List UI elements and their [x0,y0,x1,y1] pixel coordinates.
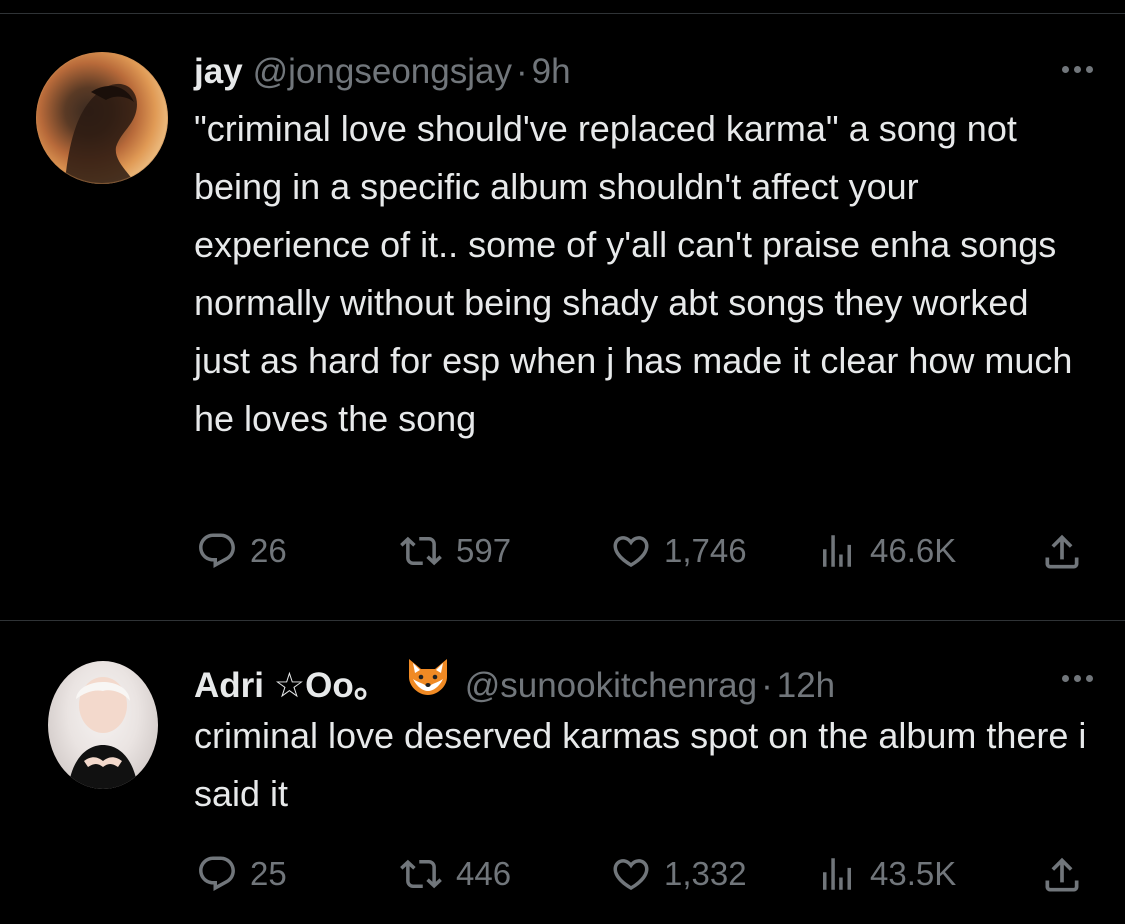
separator-dot: · [515,52,528,91]
more-icon[interactable] [1062,675,1093,682]
repost-button[interactable]: 597 [398,530,511,572]
avatar[interactable] [36,52,168,184]
reply-button[interactable]: 25 [196,853,287,895]
tweet[interactable]: jay @jongseongsjay · 9h "criminal love s… [0,0,1125,620]
timestamp[interactable]: 9h [532,52,571,92]
like-button[interactable]: 1,332 [610,853,747,895]
fox-face-emoji [408,659,447,695]
reply-count: 26 [250,532,287,569]
display-name[interactable]: Adri ☆Oo。 [194,657,389,708]
reply-icon [199,856,235,891]
views-button[interactable]: 46.6K [816,530,956,572]
like-icon [613,536,649,568]
share-button[interactable] [1040,530,1084,574]
tweet-text: criminal love deserved karmas spot on th… [194,715,1097,814]
user-handle[interactable]: @sunookitchenrag [465,666,757,706]
tweet-text: "criminal love should've replaced karma"… [194,108,1083,439]
views-count: 43.5K [870,855,957,892]
avatar-image [36,52,168,184]
share-icon [1045,534,1079,569]
separator-dot: · [761,666,773,705]
reply-icon [199,533,235,568]
reply-count: 25 [250,855,287,892]
like-button[interactable]: 1,746 [610,530,747,572]
repost-button[interactable]: 446 [398,853,511,895]
timestamp[interactable]: 12h [777,666,835,706]
more-icon[interactable] [1062,66,1093,73]
tweet-header: Adri ☆Oo。 @sunookitchenrag · 12h [194,657,835,708]
repost-count: 597 [456,532,512,569]
repost-icon [400,536,442,566]
share-button[interactable] [1040,853,1084,897]
share-icon [1045,857,1079,892]
views-count: 46.6K [870,532,957,569]
action-bar: 25 446 1,332 43.5K [0,851,1125,901]
views-icon [823,535,851,567]
user-handle[interactable]: @jongseongsjay [253,52,512,92]
like-count: 1,332 [664,855,747,892]
views-button[interactable]: 43.5K [816,853,956,895]
avatar-image [68,677,138,789]
tweet[interactable]: Adri ☆Oo。 @sunookitchenrag · 12h crimina… [0,621,1125,924]
like-count: 1,746 [664,532,747,569]
repost-count: 446 [456,855,512,892]
views-icon [823,858,851,890]
avatar[interactable] [48,661,158,789]
like-icon [613,859,649,891]
action-bar: 26 597 1,746 46.6K [0,528,1125,578]
tweet-header: jay @jongseongsjay · 9h [194,52,571,92]
reply-button[interactable]: 26 [196,530,287,572]
repost-icon [400,859,442,889]
display-name[interactable]: jay [194,52,243,92]
